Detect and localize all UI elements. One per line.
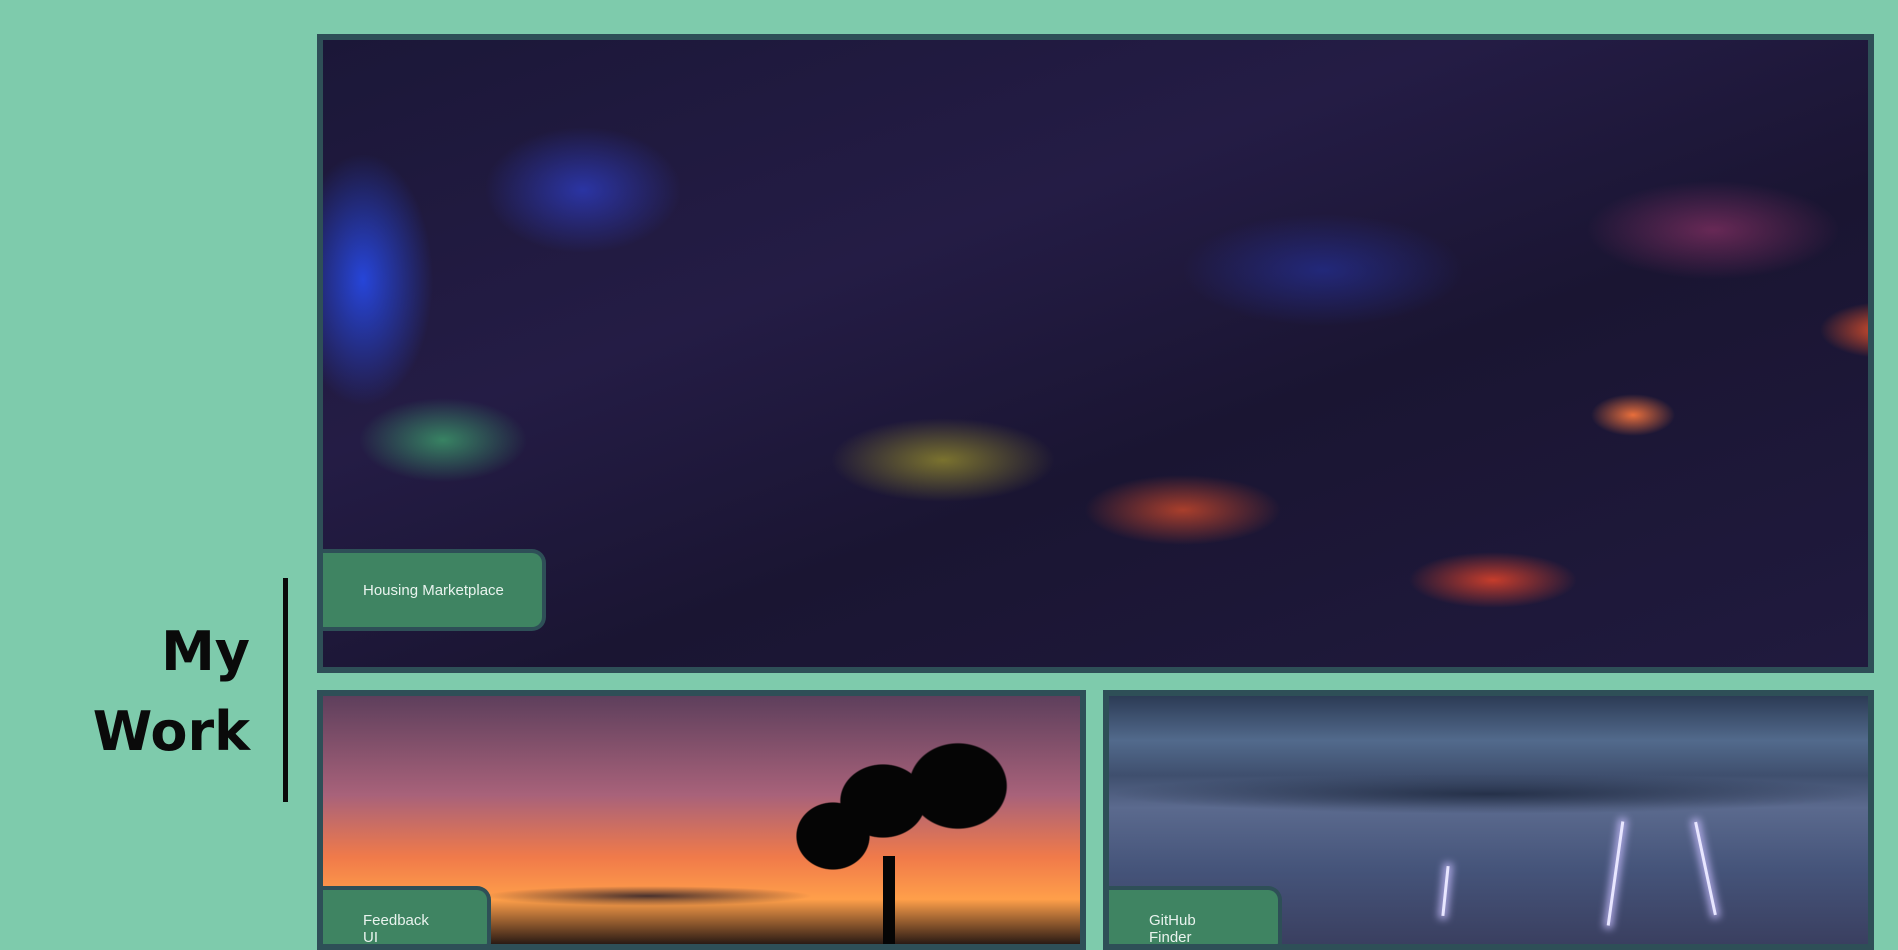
project-label-feedback-ui[interactable]: Feedback UI [323, 886, 491, 944]
section-heading-line-2: Work [92, 700, 250, 763]
project-card-housing-marketplace[interactable]: Housing Marketplace [317, 34, 1874, 673]
lightning-bolt [1606, 821, 1625, 926]
project-label-housing-marketplace[interactable]: Housing Marketplace [323, 549, 546, 631]
heading-divider [283, 578, 288, 802]
section-heading: My Work [60, 612, 250, 772]
tree-trunk [883, 856, 895, 944]
project-card-feedback-ui[interactable]: Feedback UI [317, 690, 1086, 950]
project-card-github-finder[interactable]: GitHub Finder [1103, 690, 1874, 950]
storm-cloud-band [1109, 774, 1868, 814]
lightning-bolt [1441, 865, 1450, 917]
section-heading-line-1: My [161, 620, 250, 683]
lightning-bolt [1694, 821, 1717, 916]
project-label-github-finder[interactable]: GitHub Finder [1109, 886, 1282, 944]
sunset-clouds [483, 886, 813, 906]
project-image-marble [323, 40, 1868, 667]
